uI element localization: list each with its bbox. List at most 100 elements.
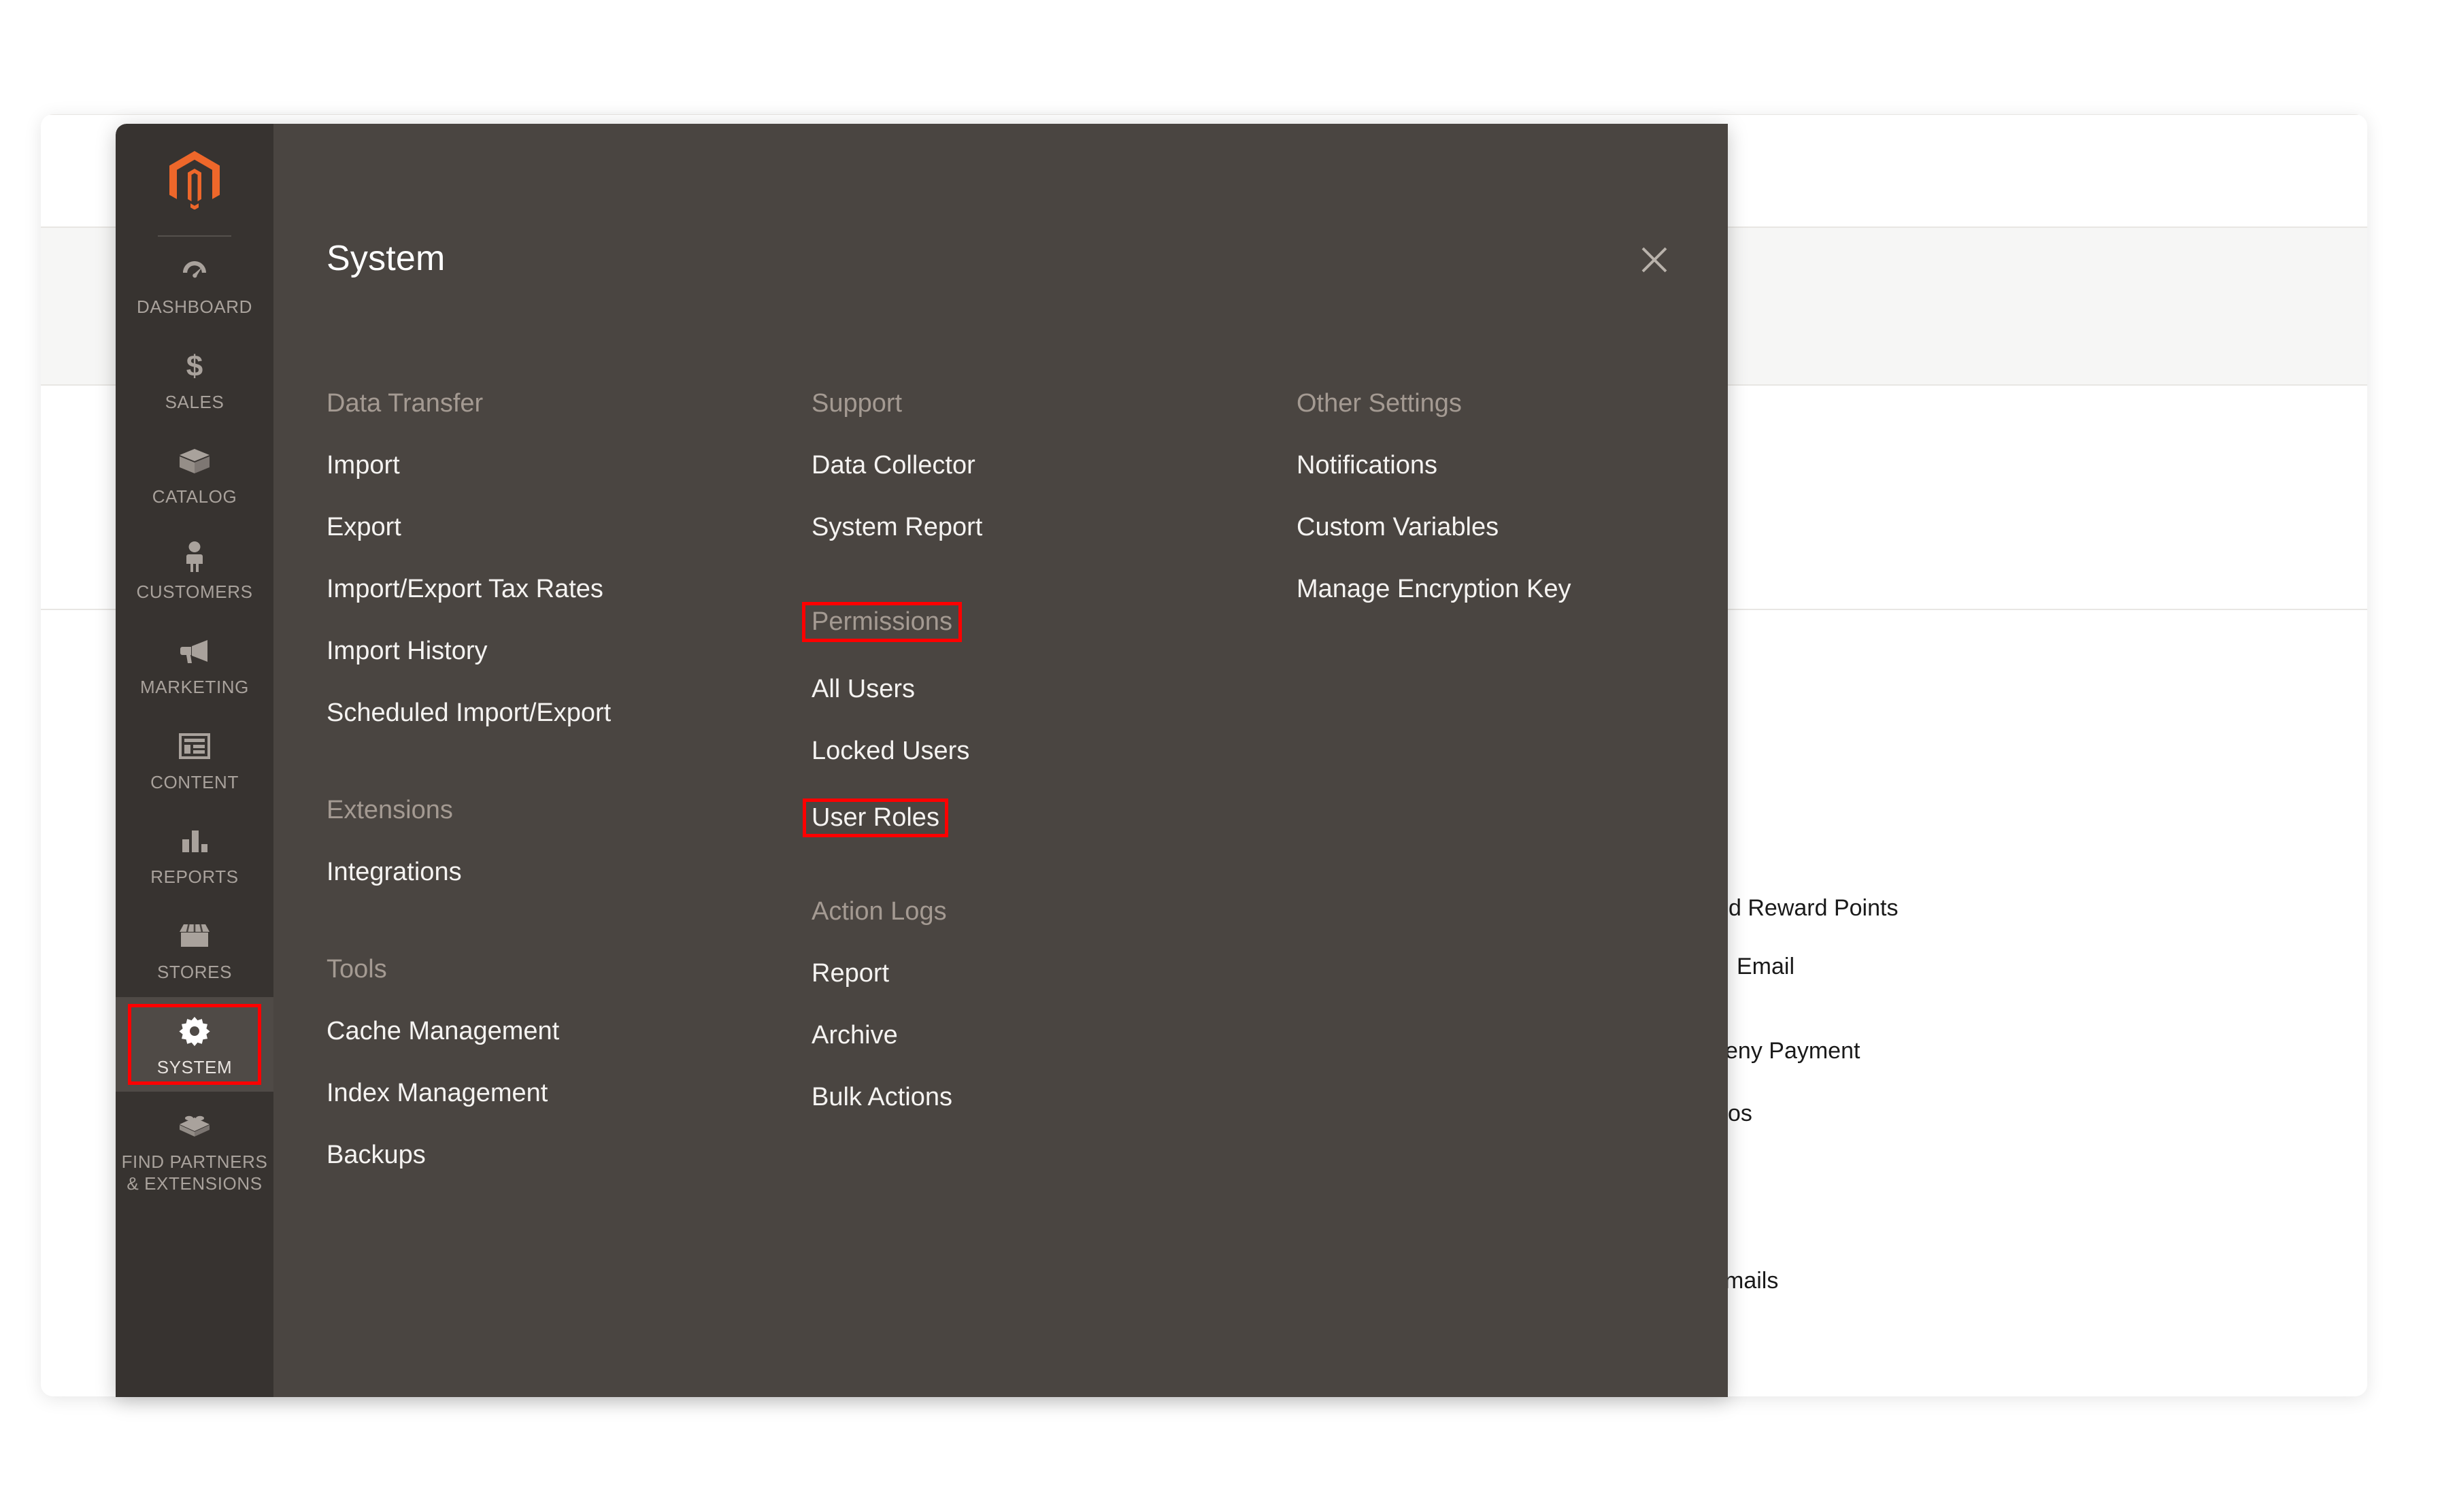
menu-columns: Data Transfer Import Export Import/Export T…: [327, 389, 1701, 1397]
background-text: Email: [1737, 954, 1795, 979]
menu-item-integrations[interactable]: Integrations: [327, 858, 462, 887]
sidebar-item-label: SYSTEM: [156, 1056, 233, 1077]
sidebar-item-dashboard[interactable]: DASHBOARD: [116, 237, 273, 332]
menu-item-label: Notifications: [1297, 451, 1437, 480]
sidebar-item-label: STORES: [156, 962, 233, 983]
sidebar-item-system[interactable]: SYSTEM: [116, 996, 273, 1092]
menu-item-label: Data Collector: [812, 451, 975, 480]
sidebar-item-label: FIND PARTNERS & EXTENSIONS: [121, 1152, 268, 1194]
menu-item-label: Manage Encryption Key: [1297, 575, 1571, 603]
menu-group-title: Extensions: [327, 796, 453, 824]
menu-group-title: Action Logs: [812, 897, 947, 926]
dollar-sign-icon: $: [176, 347, 214, 385]
menu-item-backups[interactable]: Backups: [327, 1141, 426, 1170]
background-text: os: [1728, 1101, 1752, 1126]
close-icon[interactable]: [1633, 238, 1676, 282]
menu-group-tools: Tools Cache Management Index Management Bac…: [327, 955, 812, 1170]
menu-item-label: Report: [812, 959, 890, 988]
system-menu-overlay: DASHBOARD $ SALES CATALOG CUSTOMERS MARKETING…: [116, 124, 1728, 1397]
menu-item-locked-users[interactable]: Locked Users: [812, 737, 969, 766]
menu-item-report[interactable]: Report: [812, 959, 889, 988]
menu-item-cache-management[interactable]: Cache Management: [327, 1017, 559, 1046]
menu-item-label: Scheduled Import/Export: [327, 699, 612, 727]
menu-item-scheduled-import-export[interactable]: Scheduled Import/Export: [327, 699, 611, 728]
menu-item-label: Import: [327, 451, 400, 480]
person-icon: [176, 537, 214, 575]
sidebar-item-label: CONTENT: [150, 771, 239, 792]
sidebar-item-label: CATALOG: [152, 486, 237, 507]
menu-group-title: Tools: [327, 955, 387, 984]
system-menu-panel: System Data Transfer Import Export Import/E…: [273, 124, 1728, 1397]
magento-logo[interactable]: [116, 124, 273, 226]
admin-sidebar: DASHBOARD $ SALES CATALOG CUSTOMERS MARKETING…: [116, 124, 273, 1397]
sidebar-item-customers[interactable]: CUSTOMERS: [116, 522, 273, 617]
svg-text:$: $: [186, 350, 203, 383]
sidebar-item-reports[interactable]: REPORTS: [116, 807, 273, 902]
menu-item-notifications[interactable]: Notifications: [1297, 451, 1437, 480]
menu-item-bulk-actions[interactable]: Bulk Actions: [812, 1083, 952, 1112]
lego-brick-icon: [176, 1107, 214, 1145]
sidebar-item-stores[interactable]: STORES: [116, 902, 273, 997]
menu-item-label: Archive: [812, 1021, 898, 1049]
menu-item-label: User Roles: [812, 803, 939, 832]
menu-group-action-logs: Action Logs Report Archive Bulk Actions: [812, 897, 1297, 1112]
menu-item-import[interactable]: Import: [327, 451, 400, 480]
dashboard-gauge-icon: [176, 252, 214, 290]
menu-group-title: Permissions: [802, 602, 962, 642]
menu-item-all-users[interactable]: All Users: [812, 675, 915, 704]
sidebar-item-label: REPORTS: [150, 867, 239, 888]
menu-column-2: Support Data Collector System Report Permis…: [802, 389, 1297, 1397]
gear-icon: [176, 1012, 214, 1050]
sidebar-item-find-partners-extensions[interactable]: FIND PARTNERS & EXTENSIONS: [116, 1092, 273, 1208]
menu-item-label: Import History: [327, 637, 488, 665]
sidebar-item-content[interactable]: CONTENT: [116, 712, 273, 807]
menu-item-label: All Users: [812, 675, 916, 703]
menu-item-data-collector[interactable]: Data Collector: [812, 451, 975, 480]
sidebar-item-label: CUSTOMERS: [136, 582, 253, 603]
menu-item-manage-encryption-key[interactable]: Manage Encryption Key: [1297, 575, 1571, 604]
menu-group-support: Support Data Collector System Report: [812, 389, 1297, 542]
sidebar-item-marketing[interactable]: MARKETING: [116, 617, 273, 712]
screen: d Reward Points Email eny Payment os mails D…: [0, 0, 2438, 1512]
menu-item-archive[interactable]: Archive: [812, 1021, 898, 1050]
menu-item-import-export-tax-rates[interactable]: Import/Export Tax Rates: [327, 575, 603, 604]
storefront-icon: [176, 917, 214, 955]
box-icon: [176, 441, 214, 480]
menu-item-user-roles[interactable]: User Roles: [803, 799, 948, 837]
menu-item-label: Custom Variables: [1297, 513, 1499, 541]
bar-chart-icon: [176, 822, 214, 860]
sidebar-item-catalog[interactable]: CATALOG: [116, 426, 273, 522]
menu-item-label: Index Management: [327, 1079, 548, 1107]
sidebar-item-list: DASHBOARD $ SALES CATALOG CUSTOMERS MARKETING…: [116, 237, 273, 1209]
menu-item-label: Cache Management: [327, 1017, 560, 1045]
menu-group-title: Data Transfer: [327, 389, 484, 418]
menu-item-label: Backups: [327, 1141, 426, 1169]
sidebar-item-label: DASHBOARD: [136, 297, 253, 317]
menu-item-import-history[interactable]: Import History: [327, 637, 487, 666]
menu-group-title: Other Settings: [1297, 389, 1462, 418]
menu-column-1: Data Transfer Import Export Import/Export T…: [327, 389, 812, 1397]
menu-column-3: Other Settings Notifications Custom Variab…: [1297, 389, 1728, 1397]
background-text: d Reward Points: [1729, 895, 1899, 921]
menu-item-label: Locked Users: [812, 737, 970, 765]
background-text: mails: [1724, 1268, 1779, 1294]
sidebar-item-sales[interactable]: $ SALES: [116, 332, 273, 427]
sidebar-item-label: SALES: [165, 391, 224, 412]
menu-item-index-management[interactable]: Index Management: [327, 1079, 548, 1108]
menu-group-other-settings: Other Settings Notifications Custom Variab…: [1297, 389, 1728, 604]
menu-item-label: System Report: [812, 513, 983, 541]
menu-item-label: Bulk Actions: [812, 1083, 952, 1111]
menu-group-data-transfer: Data Transfer Import Export Import/Export T…: [327, 389, 812, 728]
menu-item-label: Import/Export Tax Rates: [327, 575, 603, 603]
page-title: System: [327, 239, 446, 278]
menu-group-title: Support: [812, 389, 903, 418]
menu-item-custom-variables[interactable]: Custom Variables: [1297, 513, 1499, 542]
background-text: eny Payment: [1725, 1038, 1860, 1064]
layout-page-icon: [176, 727, 214, 765]
menu-item-system-report[interactable]: System Report: [812, 513, 982, 542]
menu-item-label: Integrations: [327, 858, 462, 886]
sidebar-item-label: MARKETING: [140, 676, 249, 697]
menu-item-export[interactable]: Export: [327, 513, 401, 542]
megaphone-icon: [176, 632, 214, 670]
menu-group-extensions: Extensions Integrations: [327, 796, 812, 887]
